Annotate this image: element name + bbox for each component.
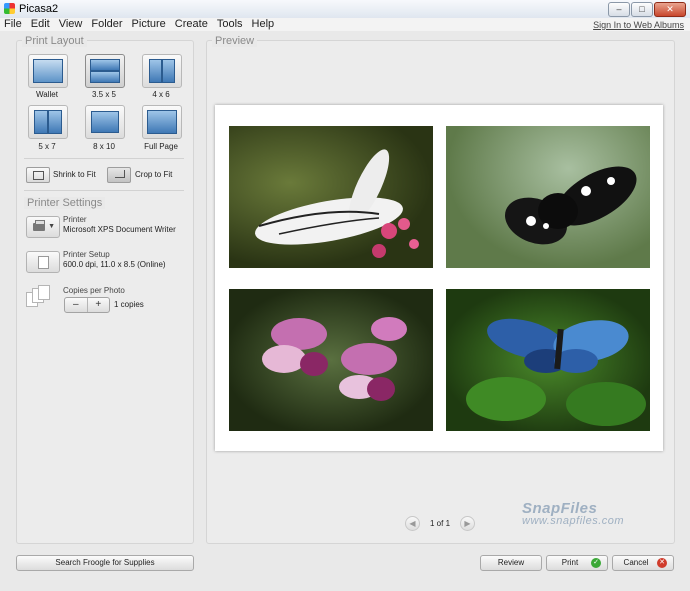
printer-label: Printer <box>63 215 87 224</box>
window-title: Picasa2 <box>19 3 59 15</box>
title-bar: Picasa2 – □ ✕ <box>0 0 690 19</box>
layout-full-page-icon <box>147 110 177 134</box>
crop-to-fit-button[interactable] <box>107 167 131 183</box>
butterfly-photo-2 <box>505 166 637 245</box>
dropdown-arrow-icon: ▼ <box>48 223 55 230</box>
shrink-to-fit-label: Shrink to Fit <box>53 170 96 179</box>
printer-setup-button[interactable] <box>26 251 60 273</box>
menu-create[interactable]: Create <box>175 18 208 31</box>
preview-photo <box>446 126 650 268</box>
preview-photo <box>446 289 650 431</box>
print-label: Print <box>561 558 579 567</box>
layout-5x7-label: 5 x 7 <box>38 142 56 151</box>
orchid-photo <box>262 317 407 401</box>
print-button[interactable]: Print ✓ <box>546 555 608 571</box>
menu-file[interactable]: File <box>4 18 22 31</box>
menu-edit[interactable]: Edit <box>31 18 50 31</box>
shrink-icon <box>33 171 44 180</box>
menu-tools[interactable]: Tools <box>217 18 243 31</box>
previous-page-button[interactable]: ◀ <box>405 516 420 531</box>
printer-setup-label: Printer Setup <box>63 250 110 259</box>
menu-bar: File Edit View Folder Picture Create Too… <box>0 18 690 31</box>
copies-icon <box>26 285 52 307</box>
check-icon: ✓ <box>591 558 601 568</box>
printer-icon <box>33 220 45 231</box>
layout-wallet-label: Wallet <box>36 90 58 99</box>
decrease-copies-button[interactable]: – <box>65 298 88 312</box>
next-page-button[interactable]: ▶ <box>460 516 475 531</box>
divider <box>24 158 184 159</box>
layout-5x7-icon <box>34 110 48 134</box>
crop-to-fit-label: Crop to Fit <box>135 170 173 179</box>
x-icon: ✕ <box>657 558 667 568</box>
copies-value: 1 copies <box>114 300 144 309</box>
menu-folder[interactable]: Folder <box>91 18 122 31</box>
review-label: Review <box>497 558 525 567</box>
preview-title: Preview <box>212 35 258 47</box>
page-indicator: 1 of 1 <box>430 519 451 528</box>
preview-photo <box>229 126 433 268</box>
crop-icon <box>115 170 125 178</box>
printer-setup-value: 600.0 dpi, 11.0 x 8.5 (Online) <box>63 260 166 269</box>
wallet-layout-icon <box>33 59 63 83</box>
layout-4x6-label: 4 x 6 <box>152 90 170 99</box>
divider <box>24 190 184 191</box>
printer-settings-title: Printer Settings <box>24 197 106 209</box>
layout-wallet-button[interactable] <box>28 54 68 88</box>
shrink-to-fit-button[interactable] <box>26 167 50 183</box>
watermark-url: www.snapfiles.com <box>522 515 625 527</box>
window-controls: – □ ✕ <box>608 2 686 17</box>
printer-value: Microsoft XPS Document Writer <box>63 225 176 234</box>
copies-stepper: – + <box>64 297 110 313</box>
search-froogle-label: Search Froogle for Supplies <box>55 558 155 567</box>
menu-help[interactable]: Help <box>252 18 275 31</box>
layout-8x10-label: 8 x 10 <box>93 142 115 151</box>
picasa-logo-icon <box>4 3 15 14</box>
cancel-button[interactable]: Cancel ✕ <box>612 555 674 571</box>
minimize-button[interactable]: – <box>608 2 630 17</box>
layout-full-page-button[interactable] <box>142 105 182 139</box>
increase-copies-button[interactable]: + <box>88 298 110 312</box>
menu-picture[interactable]: Picture <box>132 18 166 31</box>
butterfly-photo-1 <box>255 149 419 258</box>
snapfiles-watermark: SnapFiles www.snapfiles.com <box>522 500 642 527</box>
menu-view[interactable]: View <box>59 18 83 31</box>
review-button[interactable]: Review <box>480 555 542 571</box>
layout-8x10-icon <box>91 111 119 133</box>
layout-8x10-button[interactable] <box>85 105 125 139</box>
layout-3-5x5-icon <box>90 59 120 71</box>
layout-5x7-button[interactable] <box>28 105 68 139</box>
page-setup-icon <box>38 256 49 269</box>
maximize-button[interactable]: □ <box>631 2 653 17</box>
printer-select-button[interactable]: ▼ <box>26 216 60 238</box>
print-layout-title: Print Layout <box>22 35 87 47</box>
search-froogle-button[interactable]: Search Froogle for Supplies <box>16 555 194 571</box>
layout-full-page-label: Full Page <box>144 142 178 151</box>
close-button[interactable]: ✕ <box>654 2 686 17</box>
sign-in-link[interactable]: Sign In to Web Albums <box>593 20 684 30</box>
print-preview-page <box>215 105 663 451</box>
layout-4x6-icon <box>149 59 162 83</box>
layout-3-5x5-label: 3.5 x 5 <box>91 90 116 99</box>
layout-3-5x5-button[interactable] <box>85 54 125 88</box>
cancel-label: Cancel <box>623 558 649 567</box>
layout-4x6-button[interactable] <box>142 54 182 88</box>
blue-morpho-photo <box>466 318 646 426</box>
preview-photo <box>229 289 433 431</box>
copies-label: Copies per Photo <box>63 286 125 295</box>
